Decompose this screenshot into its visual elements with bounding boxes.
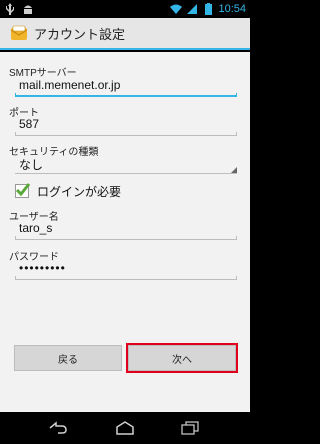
input-tick-left	[15, 132, 16, 136]
navigation-bar	[0, 412, 250, 444]
password-value: •••••••••	[19, 261, 66, 275]
checkmark-icon	[15, 183, 31, 197]
nav-back-icon[interactable]	[48, 420, 68, 436]
input-tick-right	[236, 93, 237, 97]
smtp-server-input[interactable]: mail.memenet.or.jp	[15, 75, 237, 97]
nav-home-icon[interactable]	[115, 420, 135, 436]
mail-envelope-icon[interactable]	[10, 24, 28, 42]
battery-icon	[202, 2, 214, 16]
input-tick-left	[15, 236, 16, 240]
page-title: アカウント設定	[34, 26, 126, 42]
signal-icon	[186, 2, 198, 16]
require-login-label: ログインが必要	[37, 184, 122, 199]
input-underline	[15, 279, 237, 280]
input-underline	[15, 239, 237, 240]
input-tick-right	[236, 276, 237, 280]
input-underline	[15, 135, 237, 136]
smtp-server-value: mail.memenet.or.jp	[19, 78, 121, 92]
require-login-checkbox[interactable]	[15, 183, 31, 198]
security-type-value: なし	[19, 158, 44, 172]
next-button[interactable]: 次へ	[126, 343, 238, 373]
button-bar: 戻る 次へ	[0, 343, 250, 375]
wifi-icon	[170, 2, 183, 16]
username-input[interactable]: taro_s	[15, 218, 237, 240]
input-tick-left	[15, 276, 16, 280]
back-button[interactable]: 戻る	[14, 345, 122, 371]
security-type-select[interactable]: なし	[15, 154, 237, 174]
input-tick-left	[15, 93, 16, 97]
status-right-icons: 10:54	[170, 1, 246, 17]
clock: 10:54	[218, 3, 246, 15]
port-value: 587	[19, 117, 40, 131]
input-underline	[15, 95, 237, 97]
input-tick-right	[236, 236, 237, 240]
require-login-row[interactable]: ログインが必要	[15, 182, 121, 200]
status-left-icons	[4, 2, 34, 16]
usb-icon	[4, 2, 16, 16]
port-input[interactable]: 587	[15, 114, 237, 136]
status-bar: 10:54	[0, 0, 250, 18]
password-input[interactable]: •••••••••	[15, 258, 237, 280]
dropdown-arrow-icon	[231, 167, 237, 173]
select-underline	[15, 173, 237, 174]
android-debug-icon	[22, 2, 34, 16]
input-tick-right	[236, 132, 237, 136]
username-value: taro_s	[19, 221, 53, 235]
action-bar: アカウント設定	[0, 18, 250, 50]
nav-recent-apps-icon[interactable]	[180, 420, 200, 436]
